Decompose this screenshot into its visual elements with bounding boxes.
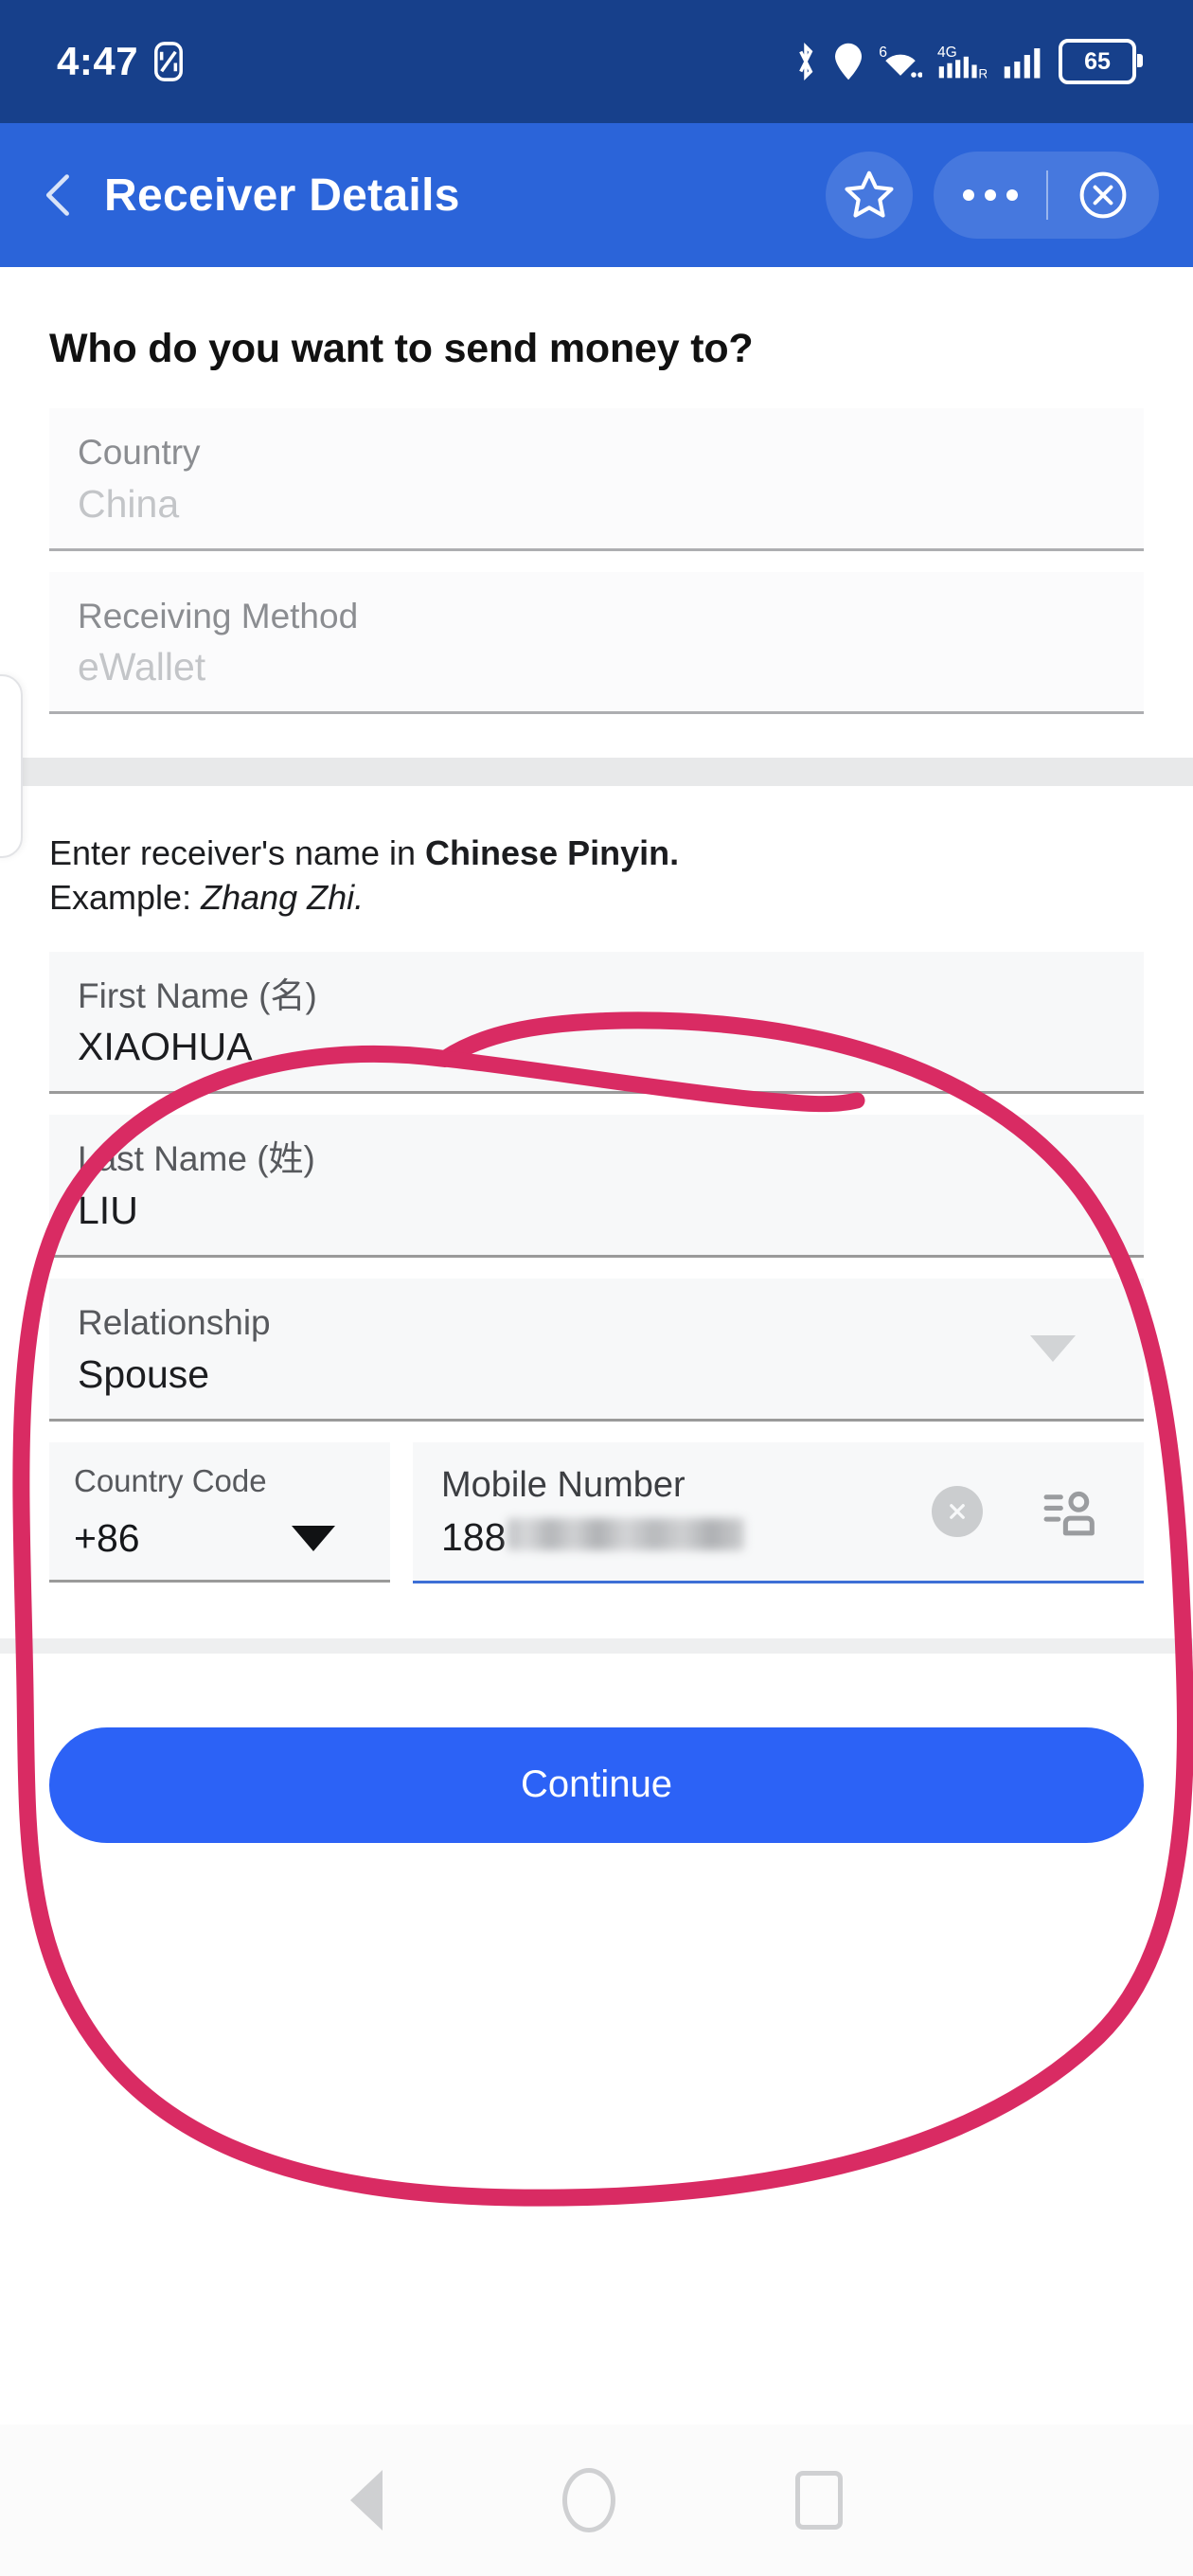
bluetooth-icon [799, 43, 813, 80]
miniprogram-capsule [934, 152, 1159, 239]
favorite-button[interactable] [826, 152, 913, 239]
last-name-value: LIU [78, 1188, 138, 1232]
android-nav-bar [0, 2424, 1193, 2576]
status-bar-left: 4:47 [57, 39, 186, 84]
close-circle-icon[interactable] [1077, 169, 1130, 222]
nav-back-icon[interactable] [350, 2470, 383, 2531]
clear-circle-icon[interactable] [932, 1485, 983, 1537]
cta-container: Continue [0, 1654, 1193, 1843]
receiving-method-field: Receiving Method eWallet [49, 571, 1144, 715]
section-divider-band [0, 758, 1193, 787]
hint-line2-italic: Zhang Zhi. [201, 877, 365, 917]
mobile-number-label: Mobile Number [441, 1464, 686, 1505]
4g-signal-icon: 4G R [937, 45, 987, 81]
receiving-method-label: Receiving Method [78, 596, 359, 635]
hint-line1-plain: Enter receiver's name in [49, 833, 426, 873]
country-code-field[interactable]: Country Code +86 [49, 1441, 390, 1583]
wifi-6-icon: 6 [879, 45, 922, 78]
country-field: Country China [49, 408, 1144, 551]
hint-line2-plain: Example: [49, 877, 202, 917]
svg-text:6: 6 [879, 45, 887, 61]
transfer-context-section: Who do you want to send money to? Countr… [0, 267, 1193, 715]
page-title: Receiver Details [104, 170, 460, 221]
mobile-number-field[interactable]: Mobile Number 188 [413, 1441, 1144, 1583]
app-header: Receiver Details [0, 123, 1193, 267]
first-name-value: XIAOHUA [78, 1025, 253, 1069]
phone-row: Country Code +86 Mobile Number 188 [49, 1441, 1144, 1583]
country-code-label: Country Code [74, 1462, 267, 1498]
last-name-label: Last Name (姓) [78, 1139, 315, 1179]
cellular-signal-icon [1004, 48, 1041, 79]
svg-text:4G: 4G [937, 45, 957, 61]
relationship-value: Spouse [78, 1351, 210, 1396]
nfc-icon [154, 42, 184, 81]
battery-level: 65 [1084, 47, 1111, 75]
relationship-field[interactable]: Relationship Spouse [49, 1279, 1144, 1422]
redacted-digits [507, 1517, 745, 1550]
continue-button[interactable]: Continue [49, 1726, 1144, 1843]
pinyin-hint: Enter receiver's name in Chinese Pinyin.… [49, 786, 1144, 951]
section-divider-band-2 [0, 1637, 1193, 1654]
svg-text:R: R [978, 65, 987, 80]
close-x-glyph [950, 1503, 965, 1519]
hint-line1-bold: Chinese Pinyin. [425, 833, 680, 873]
status-bar: 4:47 6 4G R [0, 0, 1193, 123]
first-name-label: First Name (名) [78, 975, 317, 1015]
mobile-number-value: 188 [441, 1514, 507, 1559]
star-icon [845, 170, 894, 218]
receiving-method-value: eWallet [78, 645, 206, 689]
country-value: China [78, 481, 180, 526]
chevron-down-icon[interactable] [1030, 1334, 1076, 1362]
nav-home-icon[interactable] [562, 2468, 615, 2532]
nav-recents-icon[interactable] [795, 2471, 843, 2530]
receiver-details-section: Enter receiver's name in Chinese Pinyin.… [0, 786, 1193, 1583]
mobile-number-value-row: 188 [441, 1515, 1115, 1560]
location-pin-icon [835, 43, 862, 80]
section-headline: Who do you want to send money to? [49, 326, 754, 371]
page-content: Who do you want to send money to? Countr… [0, 267, 1193, 2576]
more-options-icon[interactable] [963, 189, 1018, 201]
status-time: 4:47 [57, 39, 139, 83]
card-edge-peek [0, 674, 23, 858]
first-name-field[interactable]: First Name (名) XIAOHUA [49, 951, 1144, 1095]
relationship-label: Relationship [78, 1303, 271, 1343]
chevron-down-icon[interactable] [292, 1525, 335, 1551]
status-bar-right: 6 4G R 65 [793, 39, 1143, 84]
battery-indicator: 65 [1059, 39, 1143, 84]
contacts-picker-icon[interactable] [1042, 1480, 1104, 1543]
back-chevron-icon[interactable] [34, 170, 83, 220]
country-label: Country [78, 433, 201, 472]
last-name-field[interactable]: Last Name (姓) LIU [49, 1115, 1144, 1259]
